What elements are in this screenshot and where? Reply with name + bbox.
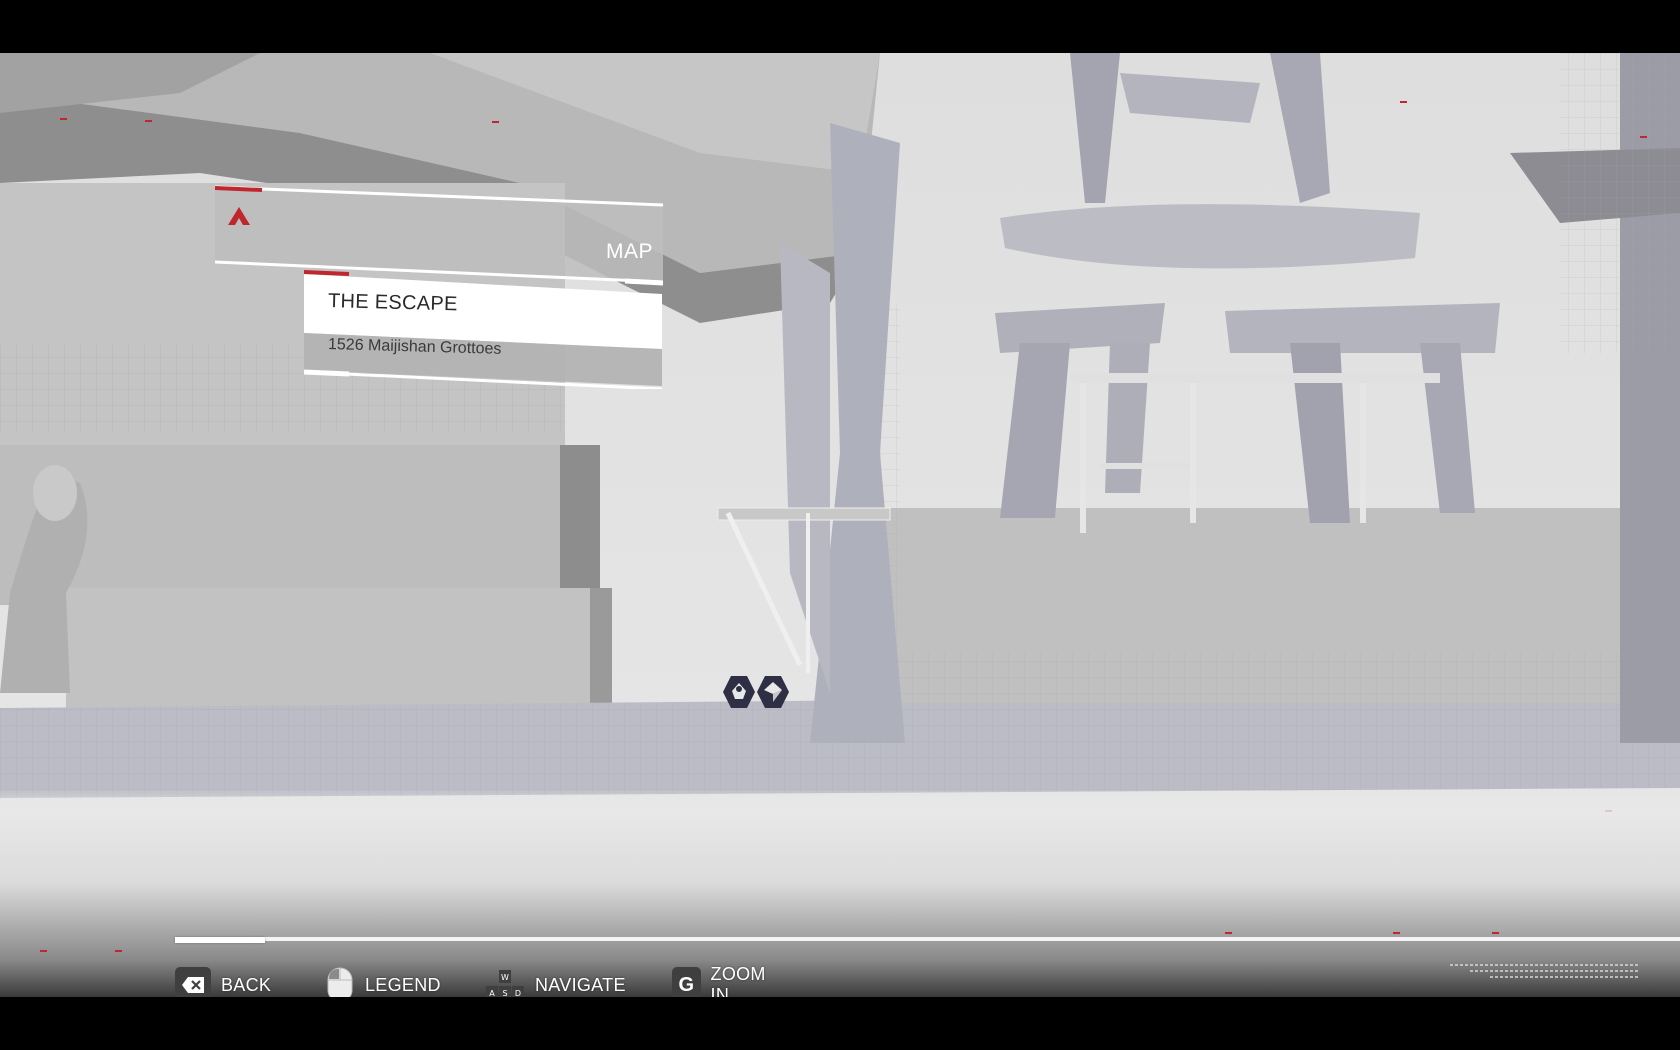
hud-tick	[40, 950, 47, 952]
mouse-icon	[327, 967, 353, 997]
hud-tick	[115, 950, 122, 952]
letterbox-bottom	[0, 997, 1680, 1050]
zoom-in-label: ZOOM IN	[710, 964, 766, 997]
map-scroll-track	[175, 937, 1680, 941]
synchronization-point-icon[interactable]	[722, 675, 756, 709]
navigate-hint[interactable]: W A S D NAVIGATE	[485, 965, 626, 997]
key-d: D	[515, 989, 521, 997]
assassin-insignia-icon	[228, 207, 250, 225]
map-viewport[interactable]: MAP THE ESCAPE 1526 Maijishan Grottoes B…	[0, 53, 1680, 997]
legend-button[interactable]: LEGEND	[325, 965, 441, 997]
location-name: THE ESCAPE	[327, 290, 458, 316]
letterbox-top	[0, 0, 1680, 53]
page-title: MAP	[605, 240, 653, 263]
navigate-label: NAVIGATE	[535, 974, 626, 995]
hud-fine-print-decoration	[1450, 964, 1640, 978]
key-w: W	[501, 973, 509, 982]
hud-tick	[1225, 932, 1232, 934]
key-a: A	[489, 989, 495, 997]
back-label: BACK	[221, 974, 272, 995]
legend-label: LEGEND	[365, 974, 441, 995]
helix-fragment-icon[interactable]	[756, 675, 790, 709]
hud-tick	[1393, 932, 1400, 934]
key-s: S	[502, 989, 507, 997]
hud-tick	[1492, 932, 1499, 934]
key-g-icon: G	[672, 967, 701, 997]
map-scroll-indicator	[175, 937, 265, 943]
wasd-icon: W A S D	[486, 970, 524, 997]
back-button[interactable]: BACK	[175, 965, 271, 997]
backspace-icon	[175, 967, 211, 997]
zoom-in-button[interactable]: G ZOOM IN	[672, 964, 773, 997]
location-card	[304, 269, 662, 389]
